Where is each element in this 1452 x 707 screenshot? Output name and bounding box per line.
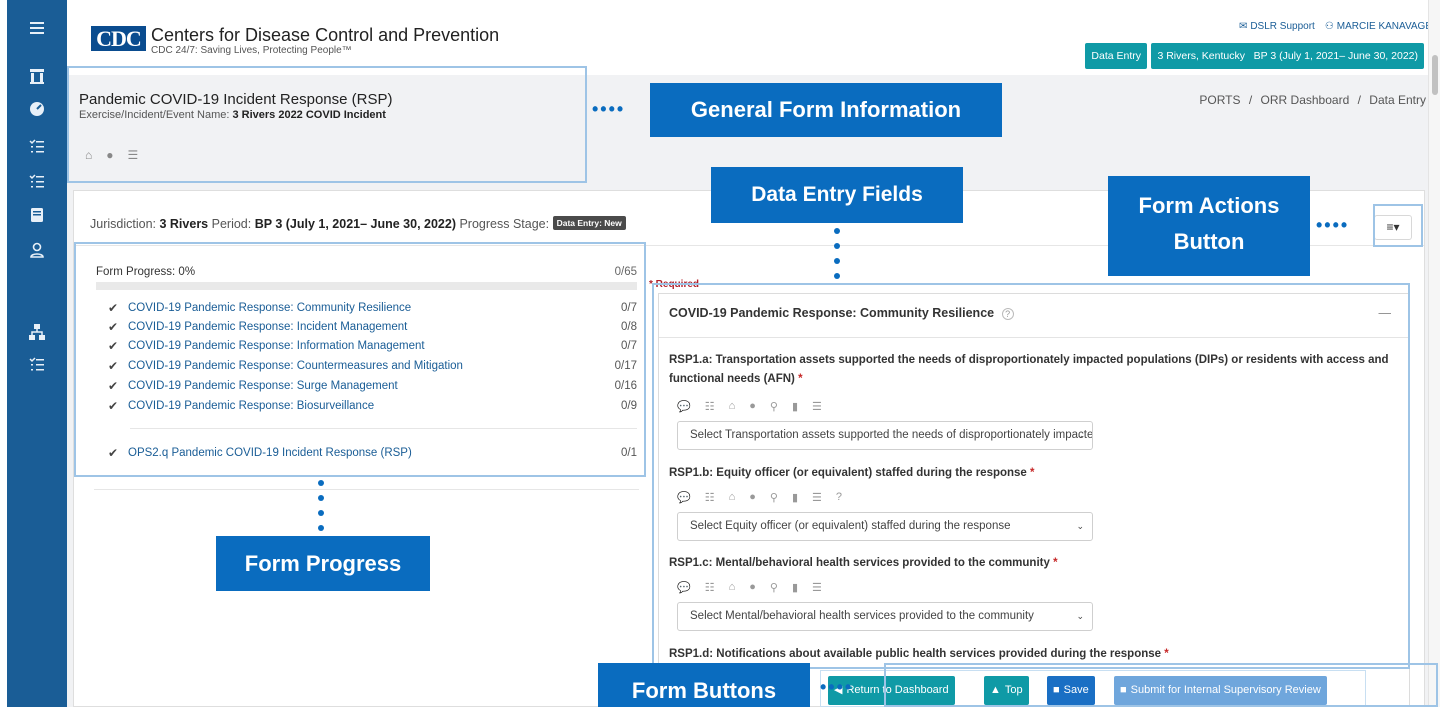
callout-connector: ••••: [1316, 215, 1350, 235]
callout-connector-dot: [834, 258, 840, 264]
org-chart-icon[interactable]: [7, 318, 67, 346]
period-label: Period:: [208, 217, 255, 231]
checklist-icon[interactable]: [7, 132, 67, 160]
page-header: CDC Centers for Disease Control and Prev…: [67, 0, 1440, 75]
breadcrumb: PORTS / ORR Dashboard / Data Entry: [1199, 93, 1426, 107]
callout-connector-dot: [834, 273, 840, 279]
breadcrumb-orr-dashboard[interactable]: ORR Dashboard: [1261, 93, 1350, 107]
user-name: MARCIE KANAVAGE: [1336, 21, 1432, 32]
dashboard-gauge-icon[interactable]: [7, 94, 67, 122]
callout-form-actions-button: Form Actions Button: [1108, 176, 1310, 276]
checklist-icon-2[interactable]: [7, 167, 67, 195]
support-link[interactable]: ✉ DSLR Support: [1239, 21, 1315, 32]
jurisdiction-label: Jurisdiction:: [90, 217, 160, 231]
form-progress-outline: [74, 242, 646, 477]
support-link-label: DSLR Support: [1250, 21, 1315, 32]
callout-general-form-information: General Form Information: [650, 83, 1002, 137]
breadcrumb-ports[interactable]: PORTS: [1199, 93, 1240, 107]
cdc-logo[interactable]: CDC: [91, 26, 146, 51]
checklist-icon-3[interactable]: [7, 350, 67, 378]
progress-bottom-divider: [94, 489, 639, 490]
status-badge: Data Entry: New: [552, 216, 626, 230]
callout-form-progress: Form Progress: [216, 536, 430, 591]
user-icon[interactable]: [7, 236, 67, 264]
left-sidebar: [7, 0, 67, 707]
data-entry-fields-outline: [652, 283, 1410, 669]
envelope-icon: ✉: [1238, 21, 1248, 32]
building-icon[interactable]: [7, 62, 67, 90]
book-icon[interactable]: [7, 201, 67, 229]
scrollbar[interactable]: [1428, 0, 1440, 707]
hamburger-menu-icon[interactable]: [7, 14, 67, 42]
breadcrumb-data-entry: Data Entry: [1369, 93, 1426, 107]
period-value: BP 3 (July 1, 2021– June 30, 2022): [254, 217, 456, 231]
logo-title: Centers for Disease Control and Preventi…: [151, 25, 500, 45]
user-link[interactable]: ⚇ MARCIE KANAVAGE: [1325, 21, 1432, 32]
callout-data-entry-fields: Data Entry Fields: [711, 167, 963, 223]
form-buttons-outline: [884, 663, 1438, 707]
user-icon-small: ⚇: [1324, 21, 1334, 32]
callout-connector: ••••: [592, 99, 626, 119]
callout-form-actions-line1: Form Actions: [1138, 193, 1280, 218]
context-pill-data-entry[interactable]: Data Entry: [1085, 43, 1147, 69]
jurisdiction-value: 3 Rivers: [159, 217, 209, 231]
context-pill-jurisdiction[interactable]: 3 Rivers, Kentucky: [1151, 43, 1251, 69]
callout-connector-dot: [834, 243, 840, 249]
breadcrumb-separator: /: [1248, 93, 1253, 107]
callout-connector-dot: [834, 228, 840, 234]
breadcrumb-separator-2: /: [1357, 93, 1361, 107]
callout-connector-dot: [318, 510, 324, 516]
callout-connector: ••••: [820, 677, 854, 697]
top-links: ✉ DSLR Support ⚇ MARCIE KANAVAGE: [1239, 21, 1432, 32]
callout-form-actions-line2: Button: [1173, 229, 1245, 254]
callout-connector-dot: [318, 480, 324, 486]
jurisdiction-line: Jurisdiction: 3 Rivers Period: BP 3 (Jul…: [90, 216, 626, 231]
callout-connector-dot: [318, 525, 324, 531]
callout-connector-dot: [318, 495, 324, 501]
stage-label: Progress Stage:: [456, 217, 553, 231]
callout-form-buttons: Form Buttons: [598, 663, 810, 707]
logo-tagline: CDC 24/7: Saving Lives, Protecting Peopl…: [151, 45, 352, 56]
scrollbar-thumb[interactable]: [1432, 55, 1438, 95]
general-form-info-outline: [67, 66, 587, 183]
form-actions-outline: [1373, 204, 1423, 247]
context-pill-period[interactable]: BP 3 (July 1, 2021– June 30, 2022): [1247, 43, 1424, 69]
